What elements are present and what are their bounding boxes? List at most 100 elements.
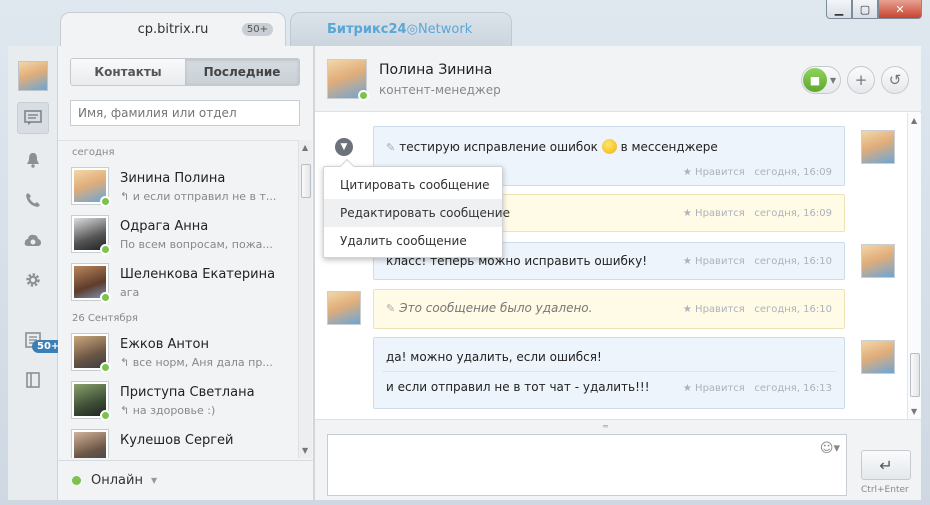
bell-icon[interactable]: [17, 144, 49, 176]
avatar: [861, 244, 895, 278]
contact-name: Приступа Светлана: [120, 385, 255, 400]
history-button[interactable]: ↺: [881, 66, 909, 94]
maximize-button[interactable]: ▢: [852, 0, 878, 19]
group-label-today: сегодня: [72, 147, 115, 158]
book-icon[interactable]: [17, 364, 49, 396]
tab-cp-bitrix[interactable]: cp.bitrix.ru 50+: [60, 12, 286, 46]
tab-recent[interactable]: Последние: [185, 59, 299, 85]
message-meta: ★ Нравится сегодня, 16:10: [683, 304, 832, 315]
disk-icon[interactable]: [17, 224, 49, 256]
chevron-down-icon: ▼: [150, 476, 158, 485]
contacts-tabs: Контакты Последние: [70, 58, 300, 86]
resize-grip-icon[interactable]: ═: [603, 422, 608, 431]
avatar: [71, 263, 111, 303]
like-button[interactable]: ★ Нравится: [683, 304, 745, 315]
phone-icon[interactable]: [17, 184, 49, 216]
list-item[interactable]: Кулешов Сергей: [58, 425, 298, 458]
plus-icon: +: [854, 71, 868, 89]
contacts-scrollbar[interactable]: ▲ ▼: [298, 140, 312, 458]
message-meta: ★ Нравится сегодня, 16:10: [683, 256, 832, 267]
chat-header: Полина Зинина контент-менеджер ■ ▼ + ↺: [315, 46, 921, 112]
contact-name: Зинина Полина: [120, 171, 226, 186]
avatar: [71, 333, 111, 373]
brand-name: Битрикс24: [327, 22, 407, 37]
message-text: да! можно удалить, если ошибся!: [386, 350, 602, 364]
scroll-down-icon[interactable]: ▼: [302, 446, 308, 455]
send-button[interactable]: ↵: [861, 450, 911, 480]
like-button[interactable]: ★ Нравится: [683, 256, 745, 267]
online-status-icon: [100, 362, 111, 373]
message-divider: [382, 371, 836, 372]
add-user-button[interactable]: +: [847, 66, 875, 94]
avatar[interactable]: [327, 59, 369, 101]
minimize-button[interactable]: ▁: [826, 0, 852, 19]
scroll-thumb[interactable]: [910, 353, 920, 397]
message-text: и если отправил не в тот чат - удалить!!…: [386, 380, 650, 394]
list-item[interactable]: Ежков Антон ↰ все норм, Аня дала пр...: [58, 329, 298, 377]
chevron-down-icon: ▼: [830, 75, 837, 85]
online-status-icon: [358, 90, 369, 101]
chat-scrollbar[interactable]: ▲ ▼: [907, 113, 921, 419]
list-item[interactable]: Шеленкова Екатерина ага: [58, 259, 298, 307]
message[interactable]: да! можно удалить, если ошибся! и если о…: [373, 337, 845, 409]
online-status-icon: [100, 292, 111, 303]
menu-item-delete[interactable]: Удалить сообщение: [324, 227, 502, 255]
avatar: [71, 167, 111, 207]
icon-rail: 50+: [8, 46, 65, 500]
message-text: ✎ Это сообщение было удалено.: [386, 301, 593, 315]
list-item[interactable]: Зинина Полина ↰ и если отправил не в т..…: [58, 163, 298, 211]
message-meta: ★ Нравится сегодня, 16:09: [683, 208, 832, 219]
avatar: [71, 381, 111, 421]
message-list: ✎ тестирую исправление ошибок в мессендже…: [315, 113, 907, 419]
message-time: сегодня, 16:09: [754, 167, 832, 178]
tab-badge: 50+: [241, 23, 273, 36]
scroll-down-icon[interactable]: ▼: [911, 407, 917, 416]
avatar: [71, 429, 109, 458]
scroll-thumb[interactable]: [301, 164, 311, 198]
group-label-date: 26 Сентября: [72, 313, 138, 324]
pencil-icon: ✎: [386, 302, 396, 315]
chat-partner-name[interactable]: Полина Зинина: [379, 62, 492, 78]
menu-item-quote[interactable]: Цитировать сообщение: [324, 171, 502, 199]
brand-suffix: Network: [417, 22, 473, 37]
scroll-up-icon[interactable]: ▲: [911, 116, 917, 125]
like-button[interactable]: ★ Нравится: [683, 383, 745, 394]
smiley-icon[interactable]: ☺▾: [820, 441, 840, 456]
message-input[interactable]: ☺▾: [327, 434, 847, 496]
online-status-icon: [100, 196, 111, 207]
message-time: сегодня, 16:10: [754, 304, 832, 315]
tab-bitrix24-network[interactable]: Битрикс24 ◎ Network: [290, 12, 512, 46]
video-camera-icon: ■: [803, 68, 827, 92]
chat-icon[interactable]: [17, 102, 49, 134]
message-time: сегодня, 16:09: [754, 208, 832, 219]
message-meta: ★ Нравится сегодня, 16:09: [683, 167, 832, 178]
message[interactable]: ✎ Это сообщение было удалено. ★ Нравится …: [373, 289, 845, 329]
contact-list: сегодня Зинина Полина ↰ и если отправил …: [58, 140, 298, 458]
chevron-down-icon[interactable]: ▼: [335, 138, 353, 156]
chat-partner-role: контент-менеджер: [379, 83, 501, 97]
window-controls: ▁ ▢ ✕: [826, 0, 922, 20]
status-selector[interactable]: Онлайн ▼: [58, 460, 314, 500]
contact-name: Ежков Антон: [120, 337, 209, 352]
message-context-menu: Цитировать сообщение Редактировать сообщ…: [323, 158, 510, 258]
header-actions: ■ ▼ + ↺: [801, 66, 909, 94]
contact-last-message: По всем вопросам, пожа...: [120, 238, 273, 251]
menu-item-edit[interactable]: Редактировать сообщение: [324, 199, 510, 227]
tab-contacts[interactable]: Контакты: [71, 59, 185, 85]
video-call-button[interactable]: ■ ▼: [801, 66, 841, 94]
gear-icon[interactable]: [17, 264, 49, 296]
contact-last-message: ↰ все норм, Аня дала пр...: [120, 356, 273, 369]
contact-name: Кулешов Сергей: [120, 433, 234, 448]
search-input[interactable]: [70, 100, 300, 126]
status-label: Онлайн: [91, 473, 143, 488]
list-item[interactable]: Одрага Анна По всем вопросам, пожа...: [58, 211, 298, 259]
like-button[interactable]: ★ Нравится: [683, 208, 745, 219]
like-button[interactable]: ★ Нравится: [683, 167, 745, 178]
scroll-up-icon[interactable]: ▲: [302, 143, 308, 152]
smiley-icon: [601, 139, 617, 154]
user-avatar[interactable]: [17, 60, 49, 92]
app-window: ▁ ▢ ✕ cp.bitrix.ru 50+ Битрикс24 ◎ Netwo…: [0, 0, 930, 505]
send-hint: Ctrl+Enter: [861, 485, 909, 495]
close-button[interactable]: ✕: [878, 0, 922, 19]
list-item[interactable]: Приступа Светлана ↰ на здоровье :): [58, 377, 298, 425]
